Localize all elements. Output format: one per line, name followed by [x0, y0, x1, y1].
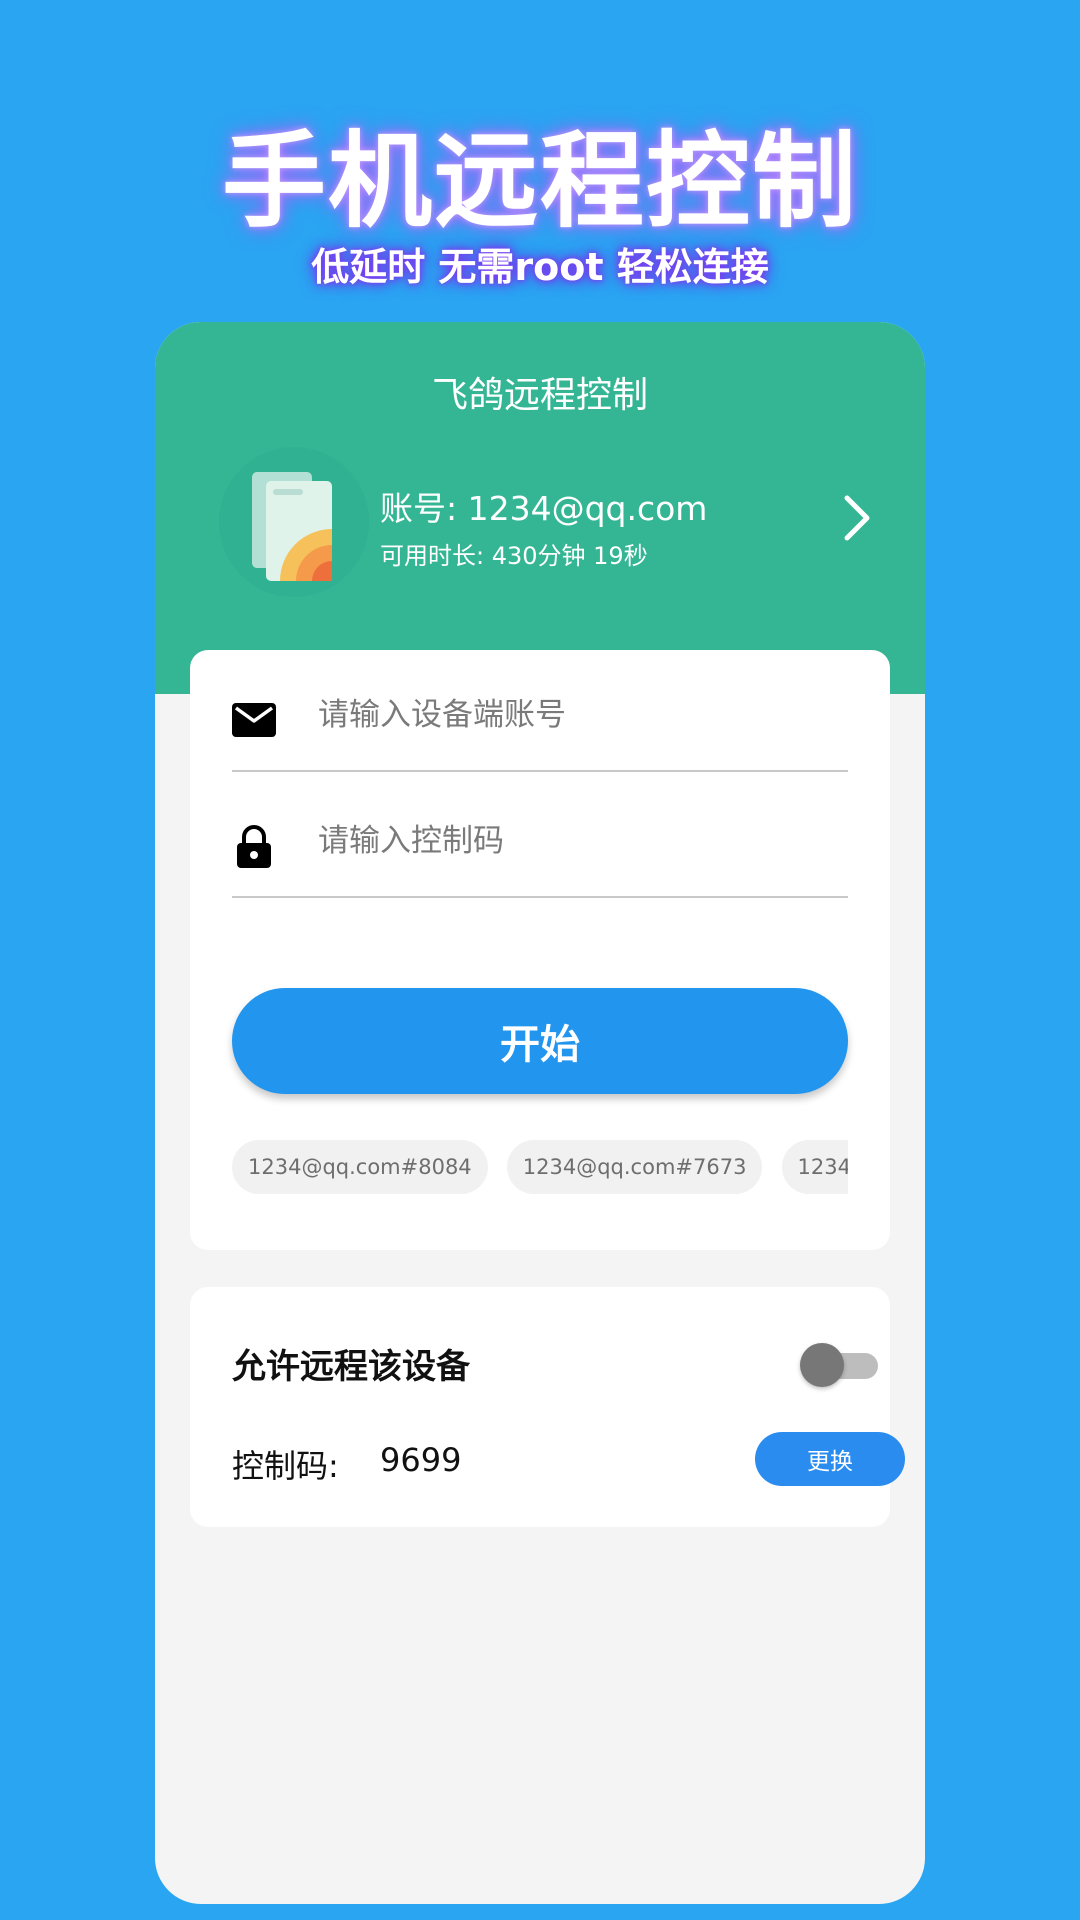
lock-icon [232, 824, 276, 868]
promo-title: 手机远程控制 [221, 120, 858, 242]
history-chip[interactable]: 1234@qq.com#... [781, 1140, 848, 1194]
app-title: 飞鸽远程控制 [431, 375, 648, 416]
start-button[interactable]: 开始 [232, 988, 848, 1094]
chevron-right-icon[interactable] [835, 490, 875, 546]
control-code-label: 控制码: [232, 1447, 339, 1485]
history-chip[interactable]: 1234@qq.com#8084 [232, 1140, 488, 1194]
connection-history: 1234@qq.com#8084 1234@qq.com#7673 1234@q… [232, 1140, 848, 1196]
toggle-thumb [800, 1343, 844, 1387]
allow-remote-toggle[interactable] [800, 1343, 880, 1387]
control-code-input[interactable] [318, 806, 838, 876]
app-logo-icon [252, 472, 332, 581]
account-label: 账号: 1234@qq.com [380, 489, 708, 528]
change-code-button[interactable]: 更换 [755, 1432, 905, 1486]
device-account-input[interactable] [318, 680, 838, 750]
device-account-field [232, 650, 848, 772]
allow-remote-label: 允许远程该设备 [232, 1347, 470, 1387]
history-chip[interactable]: 1234@qq.com#7673 [506, 1140, 763, 1194]
app-header: 飞鸽远程控制 账号: 1234@qq.com 可用时长: 430分钟 19秒 [155, 322, 925, 694]
connect-card: 开始 1234@qq.com#8084 1234@qq.com#7673 123… [190, 650, 890, 1250]
promo-subtitle: 低延时 无需root 轻松连接 [311, 245, 769, 289]
envelope-icon [232, 698, 276, 742]
control-code-value: 9699 [380, 1441, 462, 1479]
available-duration: 可用时长: 430分钟 19秒 [380, 542, 648, 570]
control-code-field [232, 776, 848, 898]
remote-settings-card: 允许远程该设备 控制码: 9699 更换 [190, 1287, 905, 1527]
avatar[interactable] [219, 447, 369, 597]
phone-screen: 飞鸽远程控制 账号: 1234@qq.com 可用时长: 430分钟 19秒 请… [155, 322, 925, 1904]
